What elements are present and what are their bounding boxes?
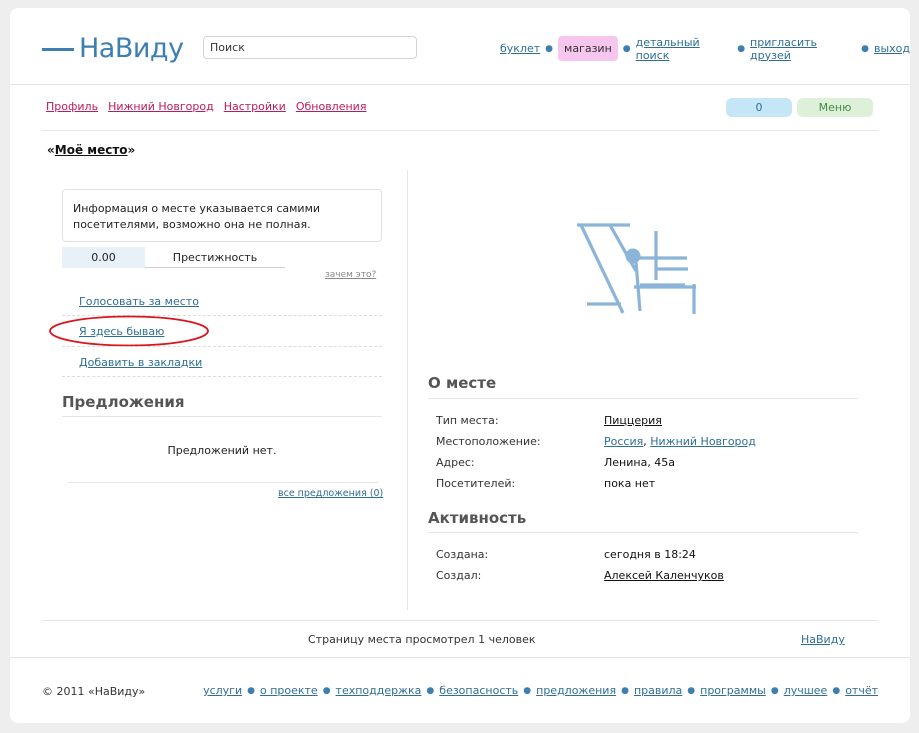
location-value: Россия, Нижний Новгород [604, 435, 756, 448]
activity-divider [428, 532, 858, 533]
footer-separator: ● [832, 685, 841, 696]
logo-text: НаВиду [79, 33, 184, 64]
prestige-label: Престижность [145, 247, 285, 268]
footer-security-link[interactable]: безопасность [439, 684, 518, 697]
offers-bottom-divider [68, 482, 378, 483]
place-type-link[interactable]: Пиццерия [604, 414, 662, 427]
offers-heading: Предложения [62, 393, 185, 411]
footer-separator: ● [687, 685, 696, 696]
notification-count-badge[interactable]: 0 [726, 98, 792, 117]
nav-separator: ● [622, 43, 631, 54]
footer-links: услуги ● о проекте ● техподдержка ● безо… [203, 684, 878, 697]
page-title: «Моё место» [47, 143, 135, 157]
city-link[interactable]: Нижний Новгород [650, 435, 756, 448]
footer-separator: ● [523, 685, 532, 696]
footer-separator: ● [426, 685, 435, 696]
site-logo[interactable]: НаВиду [42, 34, 184, 64]
visitors-label: Посетителей: [436, 477, 516, 490]
footer-best-link[interactable]: лучшее [784, 684, 828, 697]
map-placeholder-icon [577, 223, 696, 314]
content-bottom-divider [42, 620, 878, 621]
footer-separator: ● [247, 685, 255, 696]
footer-report-link[interactable]: отчёт [845, 684, 878, 697]
footer-services-link[interactable]: услуги [203, 684, 242, 697]
activity-heading: Активность [428, 509, 527, 527]
footer-separator: ● [621, 685, 629, 696]
footer-programs-link[interactable]: программы [700, 684, 766, 697]
address-value: Ленина, 45а [604, 456, 676, 469]
prestige-value: 0.00 [62, 247, 145, 268]
nav-separator: ● [861, 43, 869, 54]
action-divider [62, 346, 382, 347]
created-value: сегодня в 18:24 [604, 548, 696, 561]
creator-label: Создал: [436, 569, 482, 582]
title-quote-open: « [47, 143, 55, 157]
footer-brand-link[interactable]: НаВиду [801, 633, 845, 646]
nav-shop-button[interactable]: магазин [558, 36, 618, 61]
vote-for-place-link[interactable]: Голосовать за место [79, 295, 199, 308]
footer-support-link[interactable]: техподдержка [336, 684, 422, 697]
offers-empty-text: Предложений нет. [167, 444, 277, 457]
nav-separator: ● [545, 43, 554, 54]
nav-logout-link[interactable]: выход [874, 42, 910, 55]
add-bookmark-link[interactable]: Добавить в закладки [79, 356, 202, 369]
subnav-settings-link[interactable]: Настройки [224, 100, 286, 113]
about-heading: О месте [428, 374, 497, 392]
address-label: Адрес: [436, 456, 475, 469]
secondary-nav: Профиль Нижний Новгород Настройки Обновл… [46, 100, 366, 113]
subnav-divider [42, 130, 878, 131]
header-divider [10, 84, 910, 85]
nav-booklet-link[interactable]: буклет [500, 42, 540, 55]
nav-separator: ● [737, 43, 746, 54]
offers-heading-divider [62, 416, 382, 417]
footer-rules-link[interactable]: правила [634, 684, 682, 697]
country-link[interactable]: Россия [604, 435, 643, 448]
search-input[interactable] [203, 36, 417, 59]
subnav-profile-link[interactable]: Профиль [46, 100, 98, 113]
title-quote-close: » [127, 143, 136, 157]
page-views-text: Страницу места просмотрел 1 человек [308, 633, 536, 646]
footer-separator: ● [322, 685, 331, 696]
why-link[interactable]: зачем это? [325, 270, 376, 280]
top-nav: буклет ● магазин ● детальный поиск ● при… [500, 36, 910, 62]
location-label: Местоположение: [436, 435, 541, 448]
footer-divider [10, 657, 910, 658]
copyright-text: © 2011 «НаВиду» [42, 685, 146, 698]
created-label: Создана: [436, 548, 489, 561]
footer-about-link[interactable]: о проекте [260, 684, 318, 697]
logo-dash [42, 47, 74, 51]
nav-invite-friends-link[interactable]: пригласить друзей [750, 36, 856, 62]
subnav-updates-link[interactable]: Обновления [296, 100, 367, 113]
nav-detailed-search-link[interactable]: детальный поиск [636, 36, 733, 62]
menu-button[interactable]: Меню [797, 98, 873, 117]
action-divider [62, 376, 382, 377]
about-divider [428, 398, 858, 399]
creator-link[interactable]: Алексей Каленчуков [604, 569, 724, 582]
place-title-link[interactable]: Моё место [55, 143, 128, 157]
subnav-city-link[interactable]: Нижний Новгород [108, 100, 214, 113]
footer-offers-link[interactable]: предложения [536, 684, 616, 697]
place-type-label: Тип места: [436, 414, 499, 427]
footer-separator: ● [770, 685, 779, 696]
all-offers-link[interactable]: все предложения (0) [278, 488, 383, 499]
info-notice: Информация о месте указывается самими по… [62, 189, 382, 242]
column-divider [407, 170, 408, 610]
page-card: НаВиду буклет ● магазин ● детальный поис… [10, 8, 910, 723]
visitors-value: пока нет [604, 477, 656, 490]
i-visit-here-link[interactable]: Я здесь бываю [79, 325, 164, 338]
